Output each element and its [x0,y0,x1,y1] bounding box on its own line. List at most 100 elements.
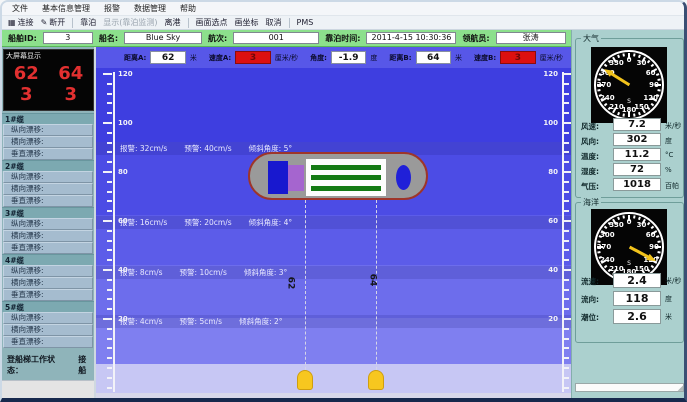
info-field[interactable]: 3 [43,32,93,44]
tool-button[interactable]: 画坐标 [235,17,259,28]
cable-list: 1#缆纵向漂移:横向漂移:垂直漂移:2#缆纵向漂移:横向漂移:垂直漂移:3#缆纵… [2,113,94,348]
menu-item[interactable]: 文件 [12,3,28,14]
axis-minor-tick [564,357,569,359]
menu-item[interactable]: 数据管理 [134,3,166,14]
gauge-number: 270 [597,81,612,89]
axis-minor-tick [564,279,569,281]
resize-grip[interactable]: ◢ [678,385,683,392]
cable-drift-row: 纵向漂移: [3,312,93,324]
ship-deck [306,159,386,196]
gauge-number: 30 [637,221,647,229]
metric-value-alarm: 3 [500,51,536,64]
axis-tick-label: 60 [118,217,128,225]
gauge-number: 270 [597,243,612,251]
tool-button[interactable]: 取消 [266,17,282,28]
axis-tick-label: 40 [118,266,128,274]
axis-minor-tick [107,210,112,212]
env-value: 118 [613,291,661,306]
gauge-number: 240 [600,256,615,264]
env-label: 气压: [581,181,599,192]
axis-minor-tick [107,367,112,369]
tool-button-label: 显示(靠泊监测) [103,17,157,28]
axis-minor-tick [107,298,112,300]
right-axis [562,72,564,392]
axis-minor-tick [107,83,112,85]
axis-tick-label: 80 [118,168,128,176]
metric-unit: 厘米/秒 [275,53,298,63]
tool-button[interactable]: ✎断开 [41,17,66,28]
axis-minor-tick [564,240,569,242]
metric-unit: 度 [370,53,377,63]
metric-unit: 米 [190,53,197,63]
menu-bar: 文件 基本信息管理 报警 数据管理 帮助 [2,2,684,16]
gauge-tick [657,89,660,91]
tool-button[interactable]: ▦连接 [8,17,34,28]
cable-drift-row: 垂直漂移: [3,336,93,348]
cable-drift-row: 横向漂移: [3,230,93,242]
gangway-status: 登船梯工作状态： 接船 [2,354,94,376]
env-unit: °C [665,151,673,159]
tool-button-label: 画坐标 [235,17,259,28]
axis-major-tick [103,318,112,320]
axis-major-tick [103,122,112,124]
big-screen-display: 大屏幕显示 626433 [3,49,94,111]
axis-minor-tick [107,377,112,379]
axis-minor-tick [107,387,112,389]
warning-threshold: 预警: 20cm/s [184,217,231,228]
cable-drift-row: 垂直漂移: [3,148,93,160]
axis-minor-tick [564,181,569,183]
axis-minor-tick [564,347,569,349]
env-label: 湿度: [581,166,599,177]
cable-section-header: 1#缆 [2,113,94,124]
alarm-threshold: 报警: 32cm/s [120,143,167,154]
gauge-number: 210 [609,103,624,111]
tool-button[interactable]: 靠泊 [80,17,96,28]
metric-value: 62 [150,51,186,64]
info-field[interactable]: Blue Sky [124,32,202,44]
cable-section-header: 2#缆 [2,160,94,171]
tool-button[interactable]: 画面选点 [196,17,228,28]
tool-button[interactable]: PMS [297,18,314,27]
axis-minor-tick [564,210,569,212]
left-panel-footer [2,380,94,399]
cable-section-header: 4#缆 [2,254,94,265]
info-label: 航次: [208,33,227,44]
axis-minor-tick [107,151,112,153]
tool-button-label: PMS [297,18,314,27]
menu-item[interactable]: 报警 [104,3,120,14]
axis-tick-label: 120 [118,70,133,78]
gauge-number: 210 [609,265,624,273]
axis-minor-tick [564,102,569,104]
axis-minor-tick [564,151,569,153]
menu-item[interactable]: 基本信息管理 [42,3,90,14]
menu-item[interactable]: 帮助 [180,3,196,14]
tool-button-label: 靠泊 [80,17,96,28]
axis-minor-tick [107,161,112,163]
info-field[interactable]: 2011-4-15 10:30:36 [366,32,456,44]
axis-tick-label: 20 [118,315,128,323]
tool-button-label: 离港 [165,17,181,28]
axis-major-tick [564,122,571,124]
tool-button[interactable]: 离港 [165,17,181,28]
gauge-number: 60 [646,231,656,239]
axis-minor-tick [564,308,569,310]
axis-tick-label: 120 [534,70,558,78]
ship-superstructure [268,161,288,194]
info-field[interactable]: 001 [233,32,319,44]
env-label: 流向: [581,294,599,305]
tool-button-label: 取消 [266,17,282,28]
tool-button-label: 连接 [18,17,34,28]
cable-drift-row: 纵向漂移: [3,171,93,183]
env-label: 流速: [581,276,599,287]
tilt-threshold: 倾斜角度: 4° [249,217,292,228]
tilt-threshold: 倾斜角度: 2° [239,316,282,327]
axis-minor-tick [564,259,569,261]
cable-section-header: 5#缆 [2,301,94,312]
env-unit: 百帕 [665,181,679,191]
info-field[interactable]: 张涛 [496,32,566,44]
axis-major-tick [103,73,112,75]
axis-major-tick [564,220,571,222]
display-value: 62 [14,63,39,84]
status-bar: ◢ [575,383,684,392]
cable-drift-row: 垂直漂移: [3,195,93,207]
